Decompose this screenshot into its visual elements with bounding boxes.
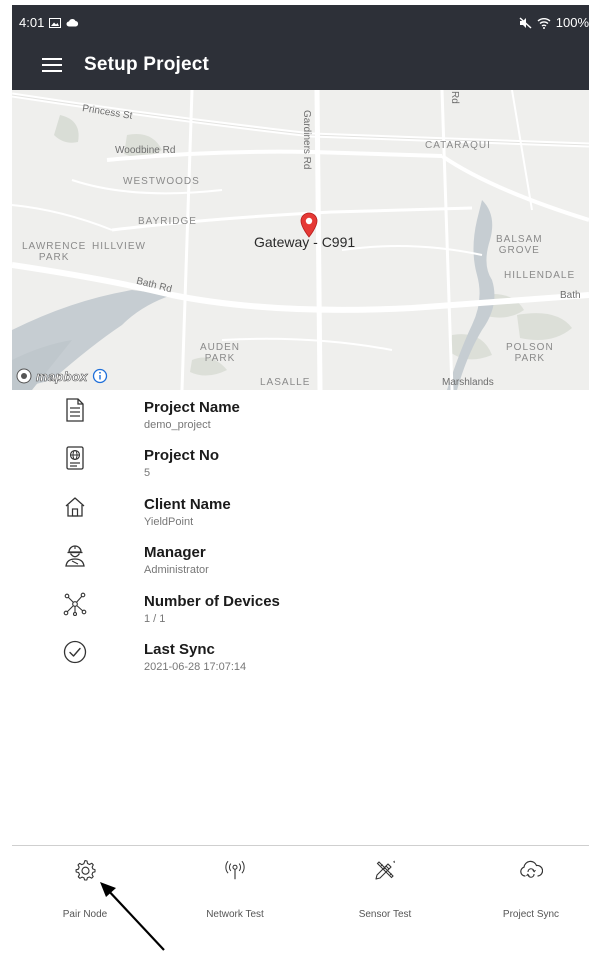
map-label-bath: Bath bbox=[560, 290, 581, 301]
menu-button[interactable] bbox=[26, 40, 78, 90]
detail-row-manager: Manager Administrator bbox=[0, 538, 589, 586]
globe-document-icon bbox=[62, 445, 88, 471]
mapbox-wordmark: mapbox bbox=[36, 368, 88, 384]
detail-value: 1 / 1 bbox=[144, 613, 166, 625]
nav-network-test[interactable]: Network Test bbox=[180, 846, 290, 936]
detail-row-client-name: Client Name YieldPoint bbox=[0, 490, 589, 538]
map-label-woodbine-rd: Woodbine Rd bbox=[115, 145, 176, 156]
check-circle-icon bbox=[62, 639, 88, 665]
map-label-westwoods: WESTWOODS bbox=[123, 176, 200, 187]
nav-project-sync[interactable]: Project Sync bbox=[476, 846, 586, 936]
map-view[interactable]: Princess St Gardiners Rd Rd Woodbine Rd … bbox=[12, 90, 589, 390]
map-label-cataraqui: CATARAQUI bbox=[425, 140, 491, 151]
detail-value: YieldPoint bbox=[144, 516, 194, 528]
mapbox-logo-icon bbox=[16, 368, 32, 384]
detail-row-last-sync: Last Sync 2021-06-28 17:07:14 bbox=[0, 635, 589, 683]
map-label-hillendale: HILLENDALE bbox=[504, 270, 576, 281]
mute-icon bbox=[519, 16, 532, 29]
battery-level: 100% bbox=[555, 15, 589, 30]
detail-row-number-of-devices: Number of Devices 1 / 1 bbox=[0, 587, 589, 635]
gear-icon bbox=[73, 858, 97, 882]
detail-title: Last Sync bbox=[144, 641, 215, 658]
page-title: Setup Project bbox=[84, 54, 210, 75]
image-icon bbox=[49, 17, 62, 28]
document-icon bbox=[62, 397, 88, 423]
status-time: 4:01 bbox=[19, 15, 45, 30]
detail-row-project-no: Project No 5 bbox=[0, 441, 589, 489]
home-icon bbox=[62, 494, 88, 520]
wifi-icon bbox=[537, 17, 551, 29]
detail-value: 2021-06-28 17:07:14 bbox=[144, 661, 247, 673]
map-label-rd: Rd bbox=[449, 91, 460, 104]
map-label-auden-park: AUDEN PARK bbox=[200, 342, 241, 364]
bottom-nav: Pair Node Network Test Sensor Test Proje… bbox=[0, 846, 589, 936]
map-marker-label: Gateway - C991 bbox=[254, 234, 356, 250]
map-label-balsam-grove: BALSAM GROVE bbox=[496, 234, 543, 256]
detail-title: Project Name bbox=[144, 399, 240, 416]
tools-icon bbox=[373, 858, 397, 882]
detail-title: Project No bbox=[144, 447, 220, 464]
antenna-icon bbox=[223, 858, 247, 882]
detail-value: demo_project bbox=[144, 419, 211, 431]
menu-icon bbox=[42, 58, 62, 72]
cloud-icon bbox=[66, 18, 79, 27]
map-label-marshlands: Marshlands bbox=[442, 377, 494, 388]
detail-title: Client Name bbox=[144, 496, 231, 513]
nav-label: Sensor Test bbox=[358, 909, 412, 920]
network-icon bbox=[62, 591, 88, 617]
nav-sensor-test[interactable]: Sensor Test bbox=[330, 846, 440, 936]
nav-label: Network Test bbox=[206, 909, 264, 920]
detail-value: 5 bbox=[144, 467, 151, 479]
nav-label: Project Sync bbox=[502, 909, 560, 920]
mapbox-attribution: mapbox bbox=[16, 368, 108, 384]
detail-value: Administrator bbox=[144, 564, 209, 576]
worker-icon bbox=[62, 542, 88, 568]
app-bar: Setup Project bbox=[12, 40, 589, 90]
detail-title: Number of Devices bbox=[144, 593, 280, 610]
map-label-bayridge: BAYRIDGE bbox=[138, 216, 197, 227]
status-bar: 4:01 100% bbox=[12, 5, 589, 40]
cloud-sync-icon bbox=[519, 858, 543, 882]
map-label-gardiners-rd: Gardiners Rd bbox=[301, 110, 312, 170]
map-label-hillview: HILLVIEW bbox=[92, 241, 146, 252]
map-label-lawrence-park: LAWRENCE PARK bbox=[22, 241, 87, 263]
annotation-arrow-icon bbox=[100, 882, 165, 951]
detail-title: Manager bbox=[144, 544, 206, 561]
map-label-lasalle: LASALLE bbox=[260, 377, 311, 388]
map-label-polson-park: POLSON PARK bbox=[506, 342, 554, 364]
info-icon[interactable] bbox=[92, 368, 108, 384]
detail-row-project-name: Project Name demo_project bbox=[0, 393, 589, 441]
